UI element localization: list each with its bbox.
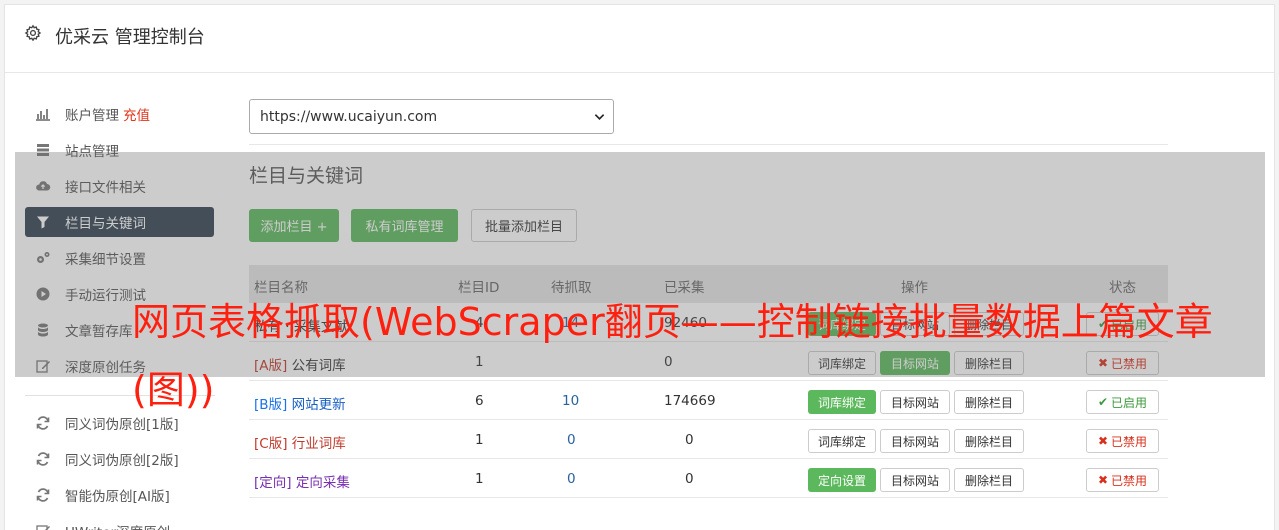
bind-lib-button[interactable]: 词库绑定 (808, 429, 876, 453)
play-circle-icon (35, 286, 51, 302)
row-name[interactable]: [C版] 行业词库 (254, 432, 346, 452)
recharge-link[interactable]: 充值 (123, 104, 150, 124)
article-headline: 网页表格抓取(WebScraper翻页——控制链接批量数据上篇文章(图)) (132, 300, 1213, 412)
sidebar-item-ai-rewrite[interactable]: 智能伪原创[AI版] (25, 480, 214, 510)
chevron-down-icon (594, 114, 605, 120)
table-row: [定向] 定向采集 1 0 0 定向设置 目标网站 删除栏目 ✖ 已禁用 (249, 459, 1168, 498)
status-toggle[interactable]: ✖ 已禁用 (1086, 468, 1159, 492)
target-site-button[interactable]: 目标网站 (880, 468, 950, 492)
add-column-button[interactable]: 添加栏目 + (249, 209, 339, 242)
row-tag: [定向] (254, 475, 292, 491)
row-name-text: 定向采集 (295, 475, 350, 491)
batch-add-button[interactable]: 批量添加栏目 (471, 209, 577, 242)
sidebar-item-synonym-v2[interactable]: 同义词伪原创[2版] (25, 444, 214, 474)
sidebar-item-columns-keywords[interactable]: 栏目与关键词 (25, 207, 214, 237)
row-name-text: 行业词库 (291, 436, 346, 452)
status-toggle[interactable]: ✖ 已禁用 (1086, 429, 1159, 453)
sidebar-item-label: 账户管理 (65, 108, 119, 124)
row-name[interactable]: [定向] 定向采集 (254, 471, 350, 491)
console-frame: 优采云 管理控制台 账户管理 充值 站点管理 接口文件相关 栏目与关键词 采集细… (4, 4, 1275, 530)
targeted-settings-button[interactable]: 定向设置 (808, 468, 876, 492)
site-select-value: https://www.ucaiyun.com (260, 108, 438, 125)
server-icon (35, 142, 51, 158)
sidebar-item-label: 采集细节设置 (65, 252, 146, 268)
delete-column-button[interactable]: 删除栏目 (954, 429, 1024, 453)
delete-column-button[interactable]: 删除栏目 (954, 468, 1024, 492)
sidebar-item-label: 智能伪原创[AI版] (65, 489, 170, 505)
cloud-upload-icon (35, 178, 51, 194)
refresh-icon (35, 487, 51, 503)
row-id: 1 (475, 471, 484, 487)
refresh-icon (35, 415, 51, 431)
cogs-icon (35, 250, 51, 266)
row-collected: 0 (685, 471, 694, 487)
target-site-button[interactable]: 目标网站 (880, 429, 950, 453)
database-icon (35, 322, 51, 338)
gear-icon (24, 24, 42, 42)
app-header: 优采云 管理控制台 (5, 5, 1274, 73)
table-row: [C版] 行业词库 1 0 0 词库绑定 目标网站 删除栏目 ✖ 已禁用 (249, 420, 1168, 459)
cross-icon: ✖ (1097, 434, 1109, 448)
filter-icon (35, 214, 51, 230)
site-select[interactable]: https://www.ucaiyun.com (249, 99, 614, 134)
row-pending[interactable]: 0 (567, 471, 576, 487)
edit-icon (35, 523, 51, 530)
row-id: 1 (475, 432, 484, 448)
bar-chart-icon (35, 106, 51, 122)
status-label: 已禁用 (1111, 434, 1148, 449)
private-lib-button[interactable]: 私有词库管理 (351, 209, 458, 242)
sidebar-item-label: 站点管理 (65, 144, 119, 160)
divider (249, 144, 1168, 145)
sidebar-item-account[interactable]: 账户管理 充值 (25, 99, 214, 129)
row-tag: [C版] (254, 436, 288, 452)
sidebar-item-api-files[interactable]: 接口文件相关 (25, 171, 214, 201)
sidebar-item-collect-settings[interactable]: 采集细节设置 (25, 243, 214, 273)
sidebar-item-label: UWriter深度原创 (65, 521, 170, 530)
app-title: 优采云 管理控制台 (55, 27, 205, 48)
status-label: 已禁用 (1111, 473, 1148, 488)
row-pending[interactable]: 0 (567, 432, 576, 448)
sidebar-item-label: 栏目与关键词 (65, 216, 146, 232)
sidebar-item-uwriter[interactable]: UWriter深度原创 (25, 516, 214, 530)
sidebar-item-label: 同义词伪原创[2版] (65, 453, 179, 469)
row-collected: 0 (685, 432, 694, 448)
cross-icon: ✖ (1097, 473, 1109, 487)
section-title: 栏目与关键词 (249, 165, 364, 187)
sidebar-item-label: 接口文件相关 (65, 180, 146, 196)
edit-icon (35, 358, 51, 374)
sidebar-item-label: 文章暂存库 (65, 324, 133, 340)
refresh-icon (35, 451, 51, 467)
sidebar-item-sites[interactable]: 站点管理 (25, 135, 214, 165)
